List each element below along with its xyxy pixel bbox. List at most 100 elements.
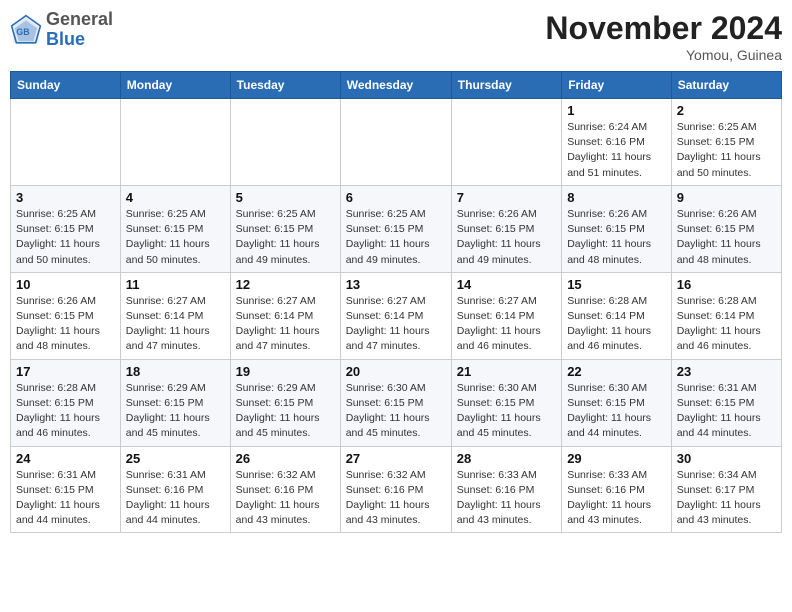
day-number: 28 (457, 451, 556, 466)
day-number: 7 (457, 190, 556, 205)
day-number: 6 (346, 190, 446, 205)
day-number: 11 (126, 277, 225, 292)
weekday-header-sunday: Sunday (11, 72, 121, 99)
calendar-cell (230, 99, 340, 186)
weekday-header-friday: Friday (562, 72, 672, 99)
calendar-week-5: 24Sunrise: 6:31 AMSunset: 6:15 PMDayligh… (11, 446, 782, 533)
calendar-cell: 1 Sunrise: 6:24 AMSunset: 6:16 PMDaylight… (562, 99, 672, 186)
title-block: November 2024 Yomou, Guinea (545, 10, 782, 63)
day-info: Sunrise: 6:28 AMSunset: 6:15 PMDaylight:… (16, 381, 115, 442)
day-number: 19 (236, 364, 335, 379)
calendar-cell: 28 Sunrise: 6:33 AMSunset: 6:16 PMDayligh… (451, 446, 561, 533)
day-info: Sunrise: 6:34 AMSunset: 6:17 PMDaylight:… (677, 468, 776, 529)
calendar-cell: 26 Sunrise: 6:32 AMSunset: 6:16 PMDayligh… (230, 446, 340, 533)
day-info: Sunrise: 6:26 AMSunset: 6:15 PMDaylight:… (567, 207, 666, 268)
calendar-cell: 25 Sunrise: 6:31 AMSunset: 6:16 PMDayligh… (120, 446, 230, 533)
day-number: 12 (236, 277, 335, 292)
calendar-cell (11, 99, 121, 186)
day-number: 26 (236, 451, 335, 466)
calendar-cell: 15Sunrise: 6:28 AMSunset: 6:14 PMDayligh… (562, 272, 672, 359)
calendar-cell: 21Sunrise: 6:30 AMSunset: 6:15 PMDayligh… (451, 359, 561, 446)
day-info: Sunrise: 6:27 AMSunset: 6:14 PMDaylight:… (236, 294, 335, 355)
day-number: 30 (677, 451, 776, 466)
calendar-cell: 24Sunrise: 6:31 AMSunset: 6:15 PMDayligh… (11, 446, 121, 533)
weekday-header-saturday: Saturday (671, 72, 781, 99)
day-info: Sunrise: 6:33 AMSunset: 6:16 PMDaylight:… (567, 468, 666, 529)
calendar-cell: 23Sunrise: 6:31 AMSunset: 6:15 PMDayligh… (671, 359, 781, 446)
day-info: Sunrise: 6:27 AMSunset: 6:14 PMDaylight:… (457, 294, 556, 355)
calendar-cell (451, 99, 561, 186)
logo-icon: GB (10, 14, 42, 46)
weekday-header-wednesday: Wednesday (340, 72, 451, 99)
day-number: 29 (567, 451, 666, 466)
calendar-cell: 14 Sunrise: 6:27 AMSunset: 6:14 PMDayligh… (451, 272, 561, 359)
calendar-cell: 12 Sunrise: 6:27 AMSunset: 6:14 PMDayligh… (230, 272, 340, 359)
day-number: 23 (677, 364, 776, 379)
day-info: Sunrise: 6:24 AMSunset: 6:16 PMDaylight:… (567, 120, 666, 181)
calendar-cell: 6 Sunrise: 6:25 AMSunset: 6:15 PMDaylight… (340, 185, 451, 272)
day-info: Sunrise: 6:32 AMSunset: 6:16 PMDaylight:… (346, 468, 446, 529)
logo-general: General (46, 9, 113, 29)
day-number: 13 (346, 277, 446, 292)
calendar-cell: 4 Sunrise: 6:25 AMSunset: 6:15 PMDaylight… (120, 185, 230, 272)
weekday-header-monday: Monday (120, 72, 230, 99)
day-info: Sunrise: 6:26 AMSunset: 6:15 PMDaylight:… (16, 294, 115, 355)
calendar-cell: 13 Sunrise: 6:27 AMSunset: 6:14 PMDayligh… (340, 272, 451, 359)
day-info: Sunrise: 6:29 AMSunset: 6:15 PMDaylight:… (236, 381, 335, 442)
day-number: 8 (567, 190, 666, 205)
day-info: Sunrise: 6:26 AMSunset: 6:15 PMDaylight:… (677, 207, 776, 268)
calendar-cell (120, 99, 230, 186)
day-info: Sunrise: 6:25 AMSunset: 6:15 PMDaylight:… (126, 207, 225, 268)
day-number: 9 (677, 190, 776, 205)
day-number: 4 (126, 190, 225, 205)
weekday-header-tuesday: Tuesday (230, 72, 340, 99)
calendar-cell: 3Sunrise: 6:25 AMSunset: 6:15 PMDaylight… (11, 185, 121, 272)
calendar-cell: 22Sunrise: 6:30 AMSunset: 6:15 PMDayligh… (562, 359, 672, 446)
day-info: Sunrise: 6:32 AMSunset: 6:16 PMDaylight:… (236, 468, 335, 529)
calendar-cell: 20Sunrise: 6:30 AMSunset: 6:15 PMDayligh… (340, 359, 451, 446)
calendar-week-4: 17Sunrise: 6:28 AMSunset: 6:15 PMDayligh… (11, 359, 782, 446)
calendar-table: SundayMondayTuesdayWednesdayThursdayFrid… (10, 71, 782, 533)
calendar-cell: 16Sunrise: 6:28 AMSunset: 6:14 PMDayligh… (671, 272, 781, 359)
day-info: Sunrise: 6:28 AMSunset: 6:14 PMDaylight:… (677, 294, 776, 355)
day-number: 18 (126, 364, 225, 379)
calendar-cell (340, 99, 451, 186)
calendar-cell: 7 Sunrise: 6:26 AMSunset: 6:15 PMDaylight… (451, 185, 561, 272)
day-number: 3 (16, 190, 115, 205)
day-number: 2 (677, 103, 776, 118)
logo-text: General Blue (46, 10, 113, 50)
day-info: Sunrise: 6:29 AMSunset: 6:15 PMDaylight:… (126, 381, 225, 442)
day-info: Sunrise: 6:25 AMSunset: 6:15 PMDaylight:… (236, 207, 335, 268)
calendar-cell: 9 Sunrise: 6:26 AMSunset: 6:15 PMDaylight… (671, 185, 781, 272)
day-number: 5 (236, 190, 335, 205)
calendar-week-1: 1 Sunrise: 6:24 AMSunset: 6:16 PMDaylight… (11, 99, 782, 186)
day-info: Sunrise: 6:31 AMSunset: 6:15 PMDaylight:… (16, 468, 115, 529)
logo: GB General Blue (10, 10, 113, 50)
day-number: 10 (16, 277, 115, 292)
day-info: Sunrise: 6:30 AMSunset: 6:15 PMDaylight:… (457, 381, 556, 442)
day-info: Sunrise: 6:25 AMSunset: 6:15 PMDaylight:… (346, 207, 446, 268)
svg-text:GB: GB (16, 27, 29, 37)
day-info: Sunrise: 6:28 AMSunset: 6:14 PMDaylight:… (567, 294, 666, 355)
calendar-cell: 8 Sunrise: 6:26 AMSunset: 6:15 PMDaylight… (562, 185, 672, 272)
calendar-cell: 29 Sunrise: 6:33 AMSunset: 6:16 PMDayligh… (562, 446, 672, 533)
calendar-cell: 17Sunrise: 6:28 AMSunset: 6:15 PMDayligh… (11, 359, 121, 446)
calendar-cell: 18 Sunrise: 6:29 AMSunset: 6:15 PMDayligh… (120, 359, 230, 446)
calendar-week-2: 3 Sunrise: 6:25 AMSunset: 6:15 PMDaylight… (11, 185, 782, 272)
day-info: Sunrise: 6:27 AMSunset: 6:14 PMDaylight:… (346, 294, 446, 355)
page-header: GB General Blue November 2024 Yomou, Gui… (10, 10, 782, 63)
weekday-header-row: SundayMondayTuesdayWednesdayThursdayFrid… (11, 72, 782, 99)
calendar-week-3: 10 Sunrise: 6:26 AMSunset: 6:15 PMDayligh… (11, 272, 782, 359)
day-number: 25 (126, 451, 225, 466)
day-number: 1 (567, 103, 666, 118)
weekday-header-thursday: Thursday (451, 72, 561, 99)
day-info: Sunrise: 6:33 AMSunset: 6:16 PMDaylight:… (457, 468, 556, 529)
day-info: Sunrise: 6:27 AMSunset: 6:14 PMDaylight:… (126, 294, 225, 355)
calendar-cell: 30 Sunrise: 6:34 AMSunset: 6:17 PMDayligh… (671, 446, 781, 533)
day-number: 14 (457, 277, 556, 292)
day-info: Sunrise: 6:25 AMSunset: 6:15 PMDaylight:… (677, 120, 776, 181)
day-number: 22 (567, 364, 666, 379)
day-info: Sunrise: 6:26 AMSunset: 6:15 PMDaylight:… (457, 207, 556, 268)
calendar-cell: 19 Sunrise: 6:29 AMSunset: 6:15 PMDayligh… (230, 359, 340, 446)
day-info: Sunrise: 6:31 AMSunset: 6:16 PMDaylight:… (126, 468, 225, 529)
